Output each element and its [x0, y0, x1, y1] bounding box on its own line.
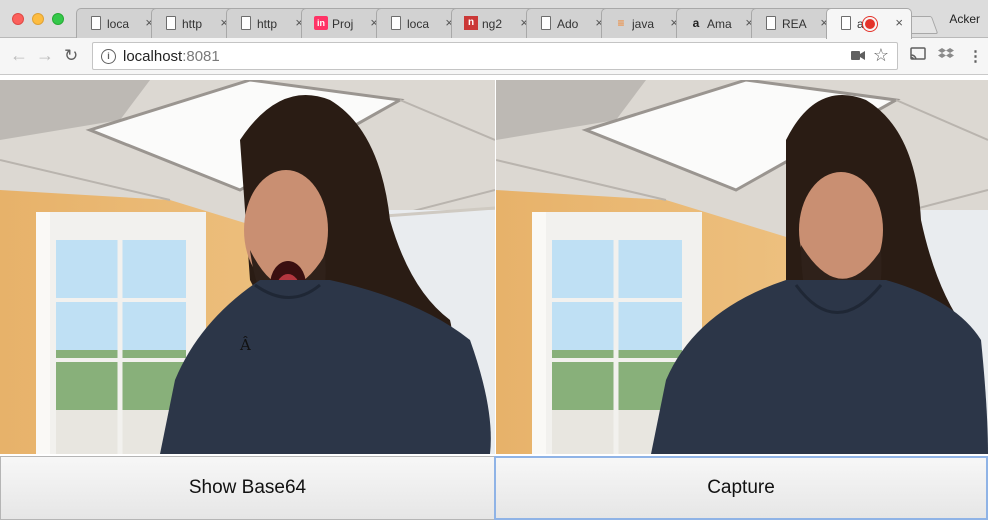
url-host: localhost	[123, 48, 183, 65]
tab-strip: loca × http × http × in Proj × loca × n …	[0, 0, 988, 39]
tab-title: http	[257, 17, 278, 31]
show-base64-button[interactable]: Show Base64	[0, 456, 495, 520]
window-minimize-button[interactable]	[32, 13, 44, 25]
tab-title: Ama	[707, 17, 732, 31]
tab-title: http	[182, 17, 203, 31]
address-bar[interactable]: i localhost:8081 ☆	[92, 42, 898, 70]
stray-character: Â	[240, 336, 251, 354]
browser-tab[interactable]: in Proj ×	[301, 8, 387, 38]
browser-tab[interactable]: n ng2 ×	[451, 8, 537, 38]
browser-tab[interactable]: a Ama ×	[676, 8, 762, 38]
tab-title: loca	[407, 17, 430, 31]
npm-icon: n	[464, 16, 478, 30]
browser-toolbar: ← → ↻ i localhost:8081 ☆ ⋮	[0, 38, 988, 75]
browser-tab[interactable]: http ×	[226, 8, 312, 38]
stackoverflow-icon: ≡	[617, 16, 625, 30]
reload-icon[interactable]: ↻	[64, 46, 78, 66]
url-port: :8081	[182, 48, 220, 65]
tab-title: REA	[782, 17, 807, 31]
amazon-icon: a	[692, 16, 700, 30]
recording-icon	[865, 19, 875, 29]
dropbox-icon[interactable]	[938, 47, 954, 61]
tab-title: loca	[107, 17, 130, 31]
tab-close-icon[interactable]: ×	[895, 16, 903, 30]
profile-name[interactable]: Acker	[949, 12, 980, 26]
tab-title: Ado	[557, 17, 579, 31]
bookmark-star-icon[interactable]: ☆	[873, 45, 889, 66]
browser-tab[interactable]: loca ×	[76, 8, 162, 38]
cast-icon[interactable]	[910, 47, 926, 61]
page-icon	[541, 16, 551, 30]
invision-icon: in	[314, 16, 328, 30]
page-icon	[391, 16, 401, 30]
forward-arrow-icon[interactable]: →	[36, 45, 54, 66]
page-icon	[241, 16, 251, 30]
browser-tab[interactable]: Ado ×	[526, 8, 612, 38]
browser-tab[interactable]: ≡ java ×	[601, 8, 687, 38]
browser-tab-active[interactable]: a ×	[826, 8, 912, 39]
back-arrow-icon[interactable]: ←	[10, 45, 28, 66]
browser-tab[interactable]: REA ×	[751, 8, 837, 38]
menu-kebab-icon[interactable]: ⋮	[968, 47, 983, 65]
camera-icon[interactable]	[851, 50, 865, 61]
window-close-button[interactable]	[12, 13, 24, 25]
page-icon	[766, 16, 776, 30]
window-zoom-button[interactable]	[52, 13, 64, 25]
info-icon[interactable]: i	[101, 49, 116, 64]
live-webcam-video: Â	[0, 80, 495, 454]
tab-title: Proj	[332, 17, 354, 31]
page-icon	[166, 16, 176, 30]
browser-tab[interactable]: loca ×	[376, 8, 462, 38]
page-icon	[841, 16, 851, 30]
captured-image	[496, 80, 988, 454]
page-icon	[91, 16, 101, 30]
url-text[interactable]: localhost:8081	[123, 48, 220, 65]
browser-tab[interactable]: http ×	[151, 8, 237, 38]
capture-button[interactable]: Capture	[494, 456, 988, 520]
tab-title: ng2	[482, 17, 503, 31]
tab-title: java	[632, 17, 655, 31]
